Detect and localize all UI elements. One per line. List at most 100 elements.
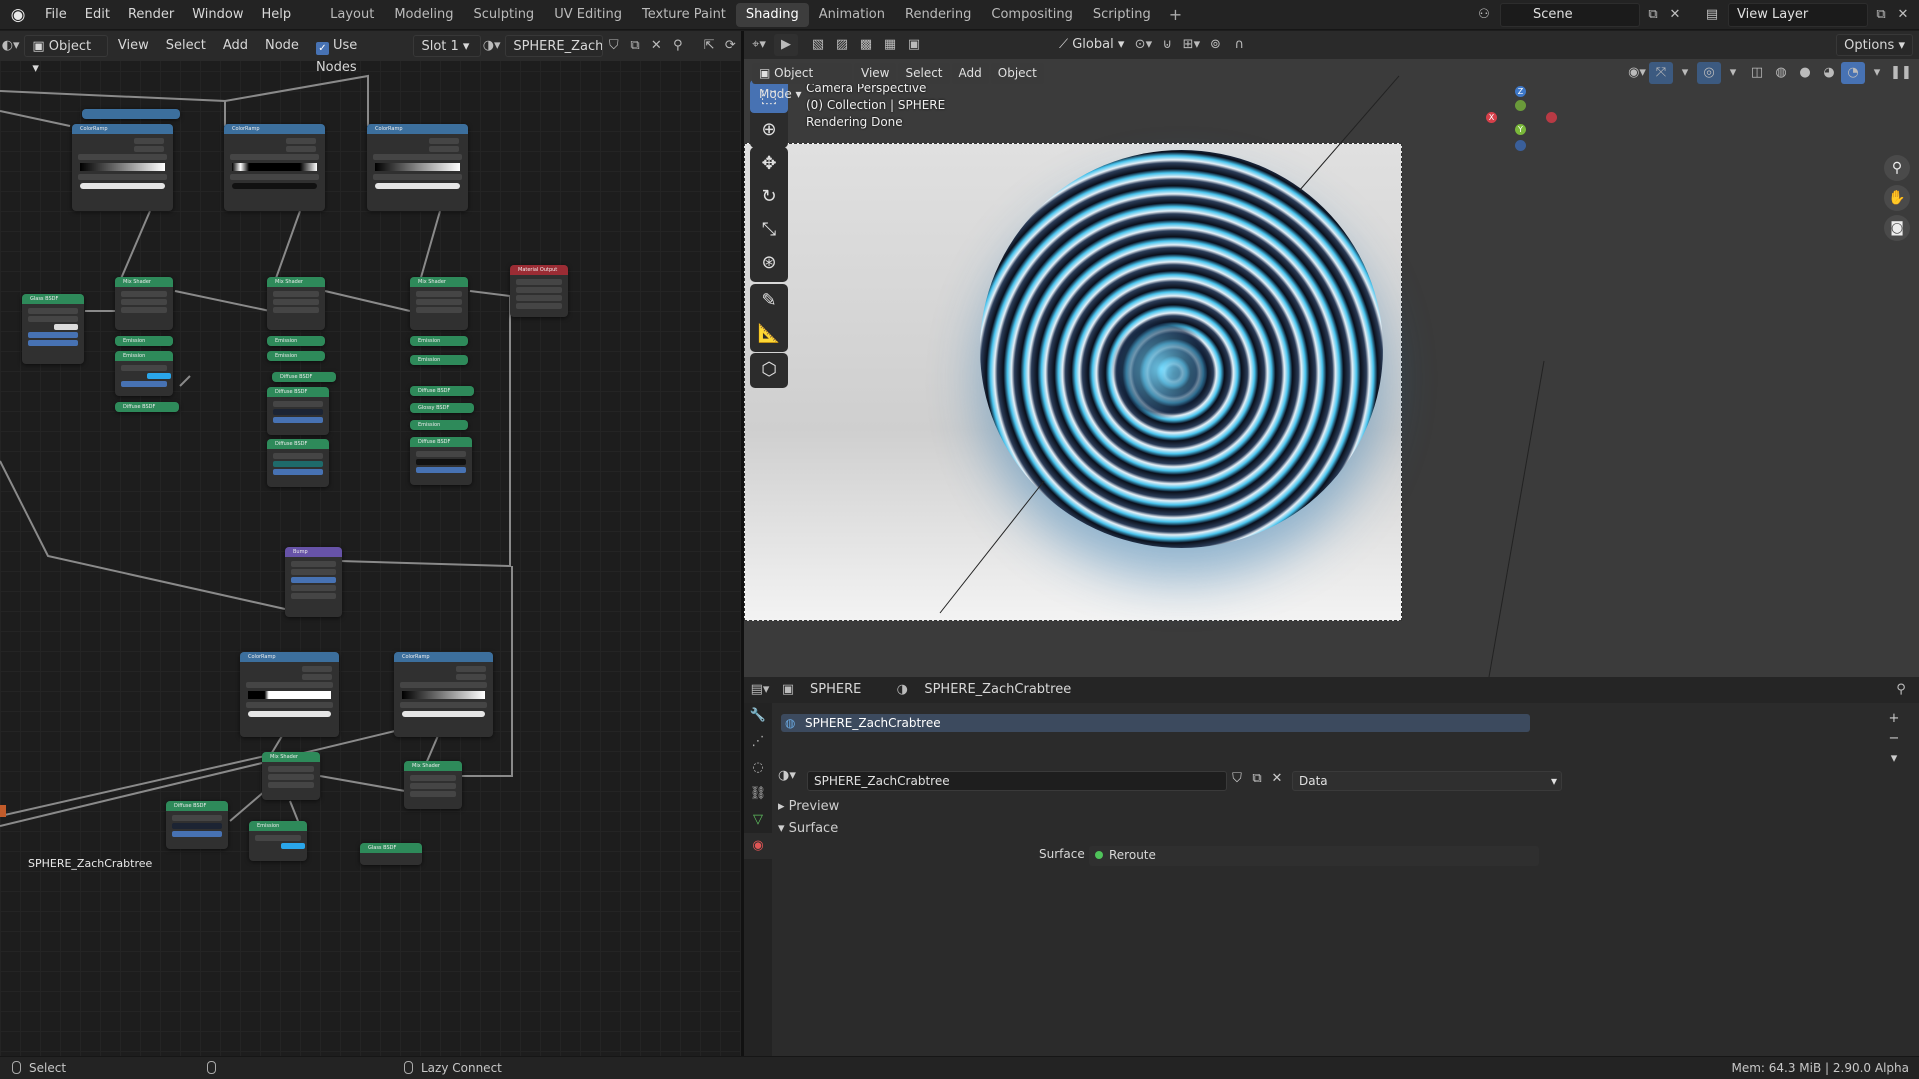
select-extend-icon[interactable]: ▨ — [830, 34, 854, 56]
vp-menu-add[interactable]: Add — [951, 62, 989, 84]
wireframe-shading-icon[interactable]: ◍ — [1769, 62, 1793, 84]
pin-icon[interactable]: ⚲ — [667, 35, 688, 57]
material-name-input[interactable]: SPHERE_ZachCrabtree — [807, 771, 1227, 791]
axis-x-gizmo[interactable]: X — [1486, 112, 1497, 123]
tab-compositing[interactable]: Compositing — [981, 3, 1083, 27]
emission-node-collapsed[interactable]: Emission — [115, 336, 173, 346]
glass-bsdf-node[interactable]: Glass BSDF — [360, 843, 422, 865]
color-ramp-gradient[interactable] — [248, 691, 331, 699]
fake-user-icon[interactable]: ⛉ — [1227, 771, 1247, 791]
reroute-node[interactable] — [82, 109, 180, 119]
particles-tab-icon[interactable]: ⋰ — [744, 729, 772, 755]
options-dropdown[interactable]: Options ▾ — [1836, 34, 1913, 56]
color-ramp-gradient[interactable] — [232, 163, 317, 171]
panel-surface[interactable]: ▾ Surface — [778, 821, 838, 836]
pivot-point-icon[interactable]: ⊙▾ — [1131, 34, 1155, 56]
shading-dropdown-icon[interactable]: ▾ — [1865, 62, 1889, 84]
colorramp-node[interactable]: ColorRamp — [394, 652, 493, 737]
color-ramp-gradient[interactable] — [375, 163, 460, 171]
glossy-bsdf-node-collapsed[interactable]: Glossy BSDF — [410, 403, 474, 413]
3d-viewport[interactable]: ⌖▾ ▶ ▧ ▨ ▩ ▦ ▣ ⟋ Global ▾ ⊙▾ ⊍ ⊞▾ ⊚ ∩ Op… — [744, 31, 1919, 677]
emission-node[interactable]: Emission — [249, 821, 307, 861]
scale-tool-icon[interactable]: ⤡ — [750, 213, 788, 246]
constraints-tab-icon[interactable]: ⛓ — [744, 781, 772, 807]
diffuse-bsdf-node[interactable]: Diffuse BSDF — [166, 801, 228, 849]
tab-modeling[interactable]: Modeling — [384, 3, 463, 27]
snap-icon[interactable]: ⟳ — [720, 35, 741, 57]
annotate-tool-icon[interactable]: ✎ — [750, 284, 788, 317]
select-subtract-icon[interactable]: ▩ — [854, 34, 878, 56]
new-view-layer-icon[interactable]: ⧉ — [1870, 3, 1892, 27]
add-cube-tool-icon[interactable]: ⬡ — [750, 353, 788, 386]
material-output-node[interactable]: Material Output — [510, 265, 568, 317]
axis-neg-z-gizmo[interactable] — [1515, 140, 1526, 151]
transform-orientation-dropdown[interactable]: ⟋ Global ▾ — [1052, 34, 1131, 56]
mix-shader-node[interactable]: Mix Shader — [262, 752, 320, 800]
transform-tool-icon[interactable]: ⊛ — [750, 246, 788, 279]
vp-menu-view[interactable]: View — [854, 62, 897, 84]
tab-texture-paint[interactable]: Texture Paint — [632, 3, 736, 27]
node-menu-view[interactable]: View — [111, 35, 156, 57]
overlay-dropdown-icon[interactable]: ▾ — [1721, 62, 1745, 84]
camera-view-icon[interactable]: ◙ — [1884, 215, 1910, 241]
xray-icon[interactable]: ◫ — [1745, 62, 1769, 84]
select-box-icon[interactable]: ▶ — [774, 34, 798, 56]
cursor-tool-icon[interactable]: ⊕ — [750, 113, 788, 146]
material-browse-icon[interactable]: ◑▾ — [481, 35, 502, 57]
material-preview-icon[interactable]: ◕ — [1817, 62, 1841, 84]
select-intersect-icon[interactable]: ▣ — [902, 34, 926, 56]
tab-rendering[interactable]: Rendering — [895, 3, 981, 27]
colorramp-node[interactable]: ColorRamp — [224, 124, 325, 211]
menu-window[interactable]: Window — [183, 0, 252, 30]
duplicate-icon[interactable]: ⧉ — [1247, 771, 1267, 791]
measure-tool-icon[interactable]: 📐 — [750, 317, 788, 350]
diffuse-bsdf-node-collapsed[interactable]: Diffuse BSDF — [115, 402, 179, 412]
menu-file[interactable]: File — [36, 0, 76, 30]
tab-sculpting[interactable]: Sculpting — [463, 3, 544, 27]
tab-shading[interactable]: Shading — [735, 2, 809, 27]
mix-shader-node[interactable]: Mix Shader — [267, 277, 325, 330]
tab-animation[interactable]: Animation — [809, 3, 895, 27]
select-invert-icon[interactable]: ▦ — [878, 34, 902, 56]
solid-shading-icon[interactable]: ● — [1793, 62, 1817, 84]
falloff-icon[interactable]: ∩ — [1227, 34, 1251, 56]
node-menu-add[interactable]: Add — [216, 35, 255, 57]
slot-dropdown[interactable]: Slot 1 ▾ — [413, 35, 481, 57]
scene-field[interactable]: Scene — [1500, 3, 1640, 27]
menu-edit[interactable]: Edit — [76, 0, 119, 30]
rotate-tool-icon[interactable]: ↻ — [750, 180, 788, 213]
colorramp-node[interactable]: ColorRamp — [72, 124, 173, 211]
mix-shader-node[interactable]: Mix Shader — [410, 277, 468, 330]
axis-z-gizmo[interactable]: Z — [1515, 86, 1526, 97]
tab-scripting[interactable]: Scripting — [1083, 3, 1161, 27]
emission-node-collapsed[interactable]: Emission — [410, 420, 468, 430]
tab-uv-editing[interactable]: UV Editing — [544, 3, 632, 27]
reroute-node[interactable] — [0, 805, 6, 817]
axis-y-gizmo[interactable]: Y — [1515, 124, 1526, 135]
bump-node[interactable]: Bump — [285, 547, 342, 617]
diffuse-bsdf-node-collapsed[interactable]: Diffuse BSDF — [272, 372, 336, 382]
pause-render-icon[interactable]: ❚❚ — [1889, 62, 1913, 84]
duplicate-material-icon[interactable]: ⧉ — [624, 35, 645, 57]
glass-bsdf-node[interactable]: Glass BSDF — [22, 294, 84, 364]
axis-neg-y-gizmo[interactable] — [1515, 100, 1526, 111]
scene-selector-icon[interactable]: ⚇ — [1469, 3, 1499, 27]
shader-node-editor[interactable]: ◐▾ ▣ Object ▾ View Select Add Node ✓ Use … — [0, 31, 741, 1056]
fake-user-shield-icon[interactable]: ⛉ — [603, 35, 624, 57]
tool-tab-icon[interactable]: 🔧 — [744, 703, 772, 729]
slot-specials-button[interactable]: ▾ — [1885, 751, 1903, 769]
gizmo-dropdown-icon[interactable]: ▾ — [1673, 62, 1697, 84]
delete-view-layer-icon[interactable]: ✕ — [1892, 3, 1914, 27]
diffuse-bsdf-node[interactable]: Diffuse BSDF — [267, 439, 329, 487]
add-slot-button[interactable]: + — [1885, 711, 1903, 729]
snap-magnet-icon[interactable]: ⊍ — [1155, 34, 1179, 56]
visibility-icon[interactable]: ◉▾ — [1625, 62, 1649, 84]
node-menu-node[interactable]: Node — [258, 35, 306, 57]
emission-node-collapsed[interactable]: Emission — [410, 336, 468, 346]
vp-menu-object[interactable]: Object — [990, 62, 1044, 84]
surface-shader-field[interactable]: Reroute — [1089, 846, 1539, 866]
emission-node[interactable]: Emission — [115, 351, 173, 396]
material-tab-icon[interactable]: ◉ — [744, 833, 772, 859]
unlink-icon[interactable]: ✕ — [1267, 771, 1287, 791]
pin-icon[interactable]: ⚲ — [1889, 679, 1913, 701]
